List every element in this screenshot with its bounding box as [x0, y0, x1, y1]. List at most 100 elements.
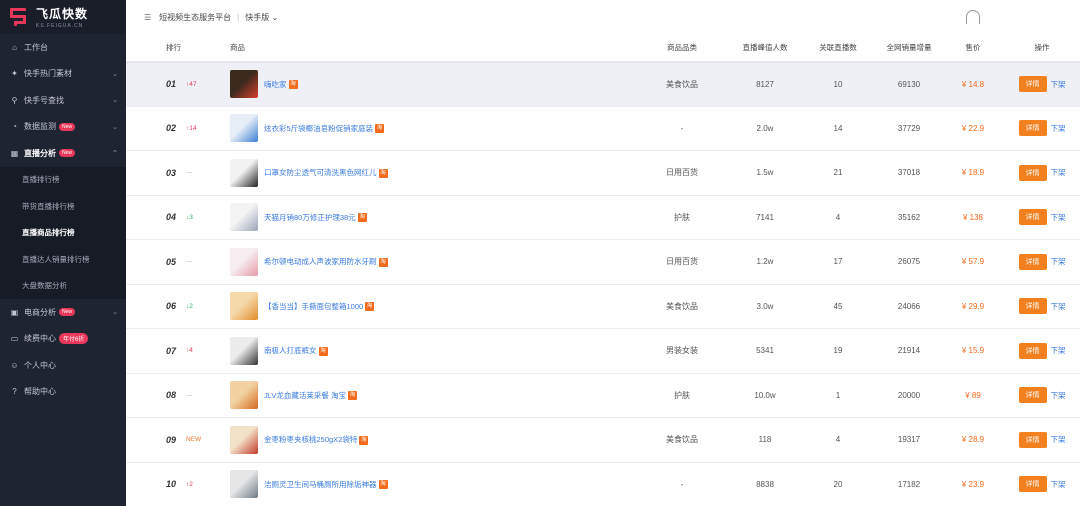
sidebar-subitem[interactable]: 直播排行榜: [0, 166, 126, 193]
product-name: 希尔顿电动成人声波家用防水牙刷: [264, 257, 377, 267]
product-name-link[interactable]: 天猫月销80万修正护理38元: [264, 212, 367, 223]
table-header: 排行 商品 商品品类 直播峰值人数 关联直播数 全网销量增量 售价 操作: [126, 34, 1080, 62]
delist-link[interactable]: 下架: [1051, 301, 1066, 312]
product-thumbnail[interactable]: [230, 203, 258, 232]
product-thumbnail[interactable]: [230, 470, 258, 499]
sidebar-item[interactable]: ▣ 电商分析 New ⌄: [0, 299, 126, 326]
fire-icon: ✦: [11, 69, 18, 79]
sidebar-item-label: 数据监测: [24, 122, 56, 132]
peak-viewers-cell: 5341: [756, 346, 774, 356]
product-thumbnail[interactable]: [230, 158, 258, 187]
category-cell: -: [680, 123, 684, 133]
sidebar-item[interactable]: ▦ 直播分析 New ⌃: [0, 140, 126, 167]
detail-button[interactable]: 详情: [1018, 298, 1047, 315]
sidebar-item[interactable]: ? 帮助中心: [0, 379, 126, 406]
top-bar: ☰ 短视频生态服务平台 | 快手版 ⌄: [126, 0, 1080, 34]
customer-service-icon[interactable]: [966, 10, 980, 24]
feigua-logo-icon: [8, 6, 30, 28]
price-cell: ¥ 15.9: [961, 346, 985, 356]
sidebar-subitem[interactable]: 大盘数据分析: [0, 272, 126, 299]
sidebar-item[interactable]: ☺ 个人中心: [0, 352, 126, 379]
rank-number: 10: [166, 479, 177, 490]
sidebar-item-label: 个人中心: [24, 360, 56, 370]
peak-viewers-cell: 8838: [756, 479, 774, 489]
sales-increment-cell: 20000: [897, 390, 921, 400]
goods-cell: 炫衣彩5斤袋椰油皂粉促销家庭装: [224, 114, 634, 143]
sales-increment-cell: 24066: [897, 301, 921, 311]
product-thumbnail[interactable]: [230, 336, 258, 365]
delist-link[interactable]: 下架: [1051, 123, 1066, 134]
operation-cell: 详情 下架: [1004, 120, 1080, 137]
related-lives-cell: 17: [833, 257, 843, 267]
product-name-link[interactable]: JLV龙血藏活莱采餐 淘宝: [264, 390, 357, 401]
product-name-link[interactable]: 【香当当】手撕面包整箱1000: [264, 301, 375, 312]
product-thumbnail[interactable]: [230, 70, 258, 99]
monitor-icon: ◔: [12, 122, 17, 132]
delist-link[interactable]: 下架: [1051, 212, 1066, 223]
product-name-link[interactable]: 口罩女防尘透气可清洗黑色网红儿: [264, 167, 388, 178]
sales-increment-cell: 26075: [897, 257, 921, 267]
sidebar-item[interactable]: ✦ 快手热门素材 ⌄: [0, 61, 126, 88]
sidebar-item[interactable]: ▭ 续费中心 年付6折: [0, 326, 126, 353]
separator: |: [237, 12, 240, 22]
detail-button[interactable]: 详情: [1018, 120, 1047, 137]
brand-logo[interactable]: 飞瓜快数 KS.FEIGUA.CN: [0, 0, 126, 34]
sidebar-subitem[interactable]: 直播达人销量排行榜: [0, 246, 126, 273]
detail-button[interactable]: 详情: [1018, 76, 1047, 93]
sales-increment-cell: 37729: [897, 123, 921, 133]
product-name-link[interactable]: 洁厕灵卫生间马桶厕所用除垢神器: [264, 479, 388, 490]
delist-link[interactable]: 下架: [1051, 256, 1066, 267]
taobao-icon: [357, 213, 367, 223]
taobao-icon: [288, 80, 298, 90]
delist-link[interactable]: 下架: [1051, 345, 1066, 356]
product-thumbnail[interactable]: [230, 292, 258, 321]
sidebar-subitem[interactable]: 直播商品排行榜: [0, 219, 126, 246]
header-goods: 商品: [230, 43, 245, 52]
price-cell: ¥ 138: [962, 212, 984, 222]
sidebar-item[interactable]: ⚲ 快手号查找 ⌄: [0, 87, 126, 114]
header-sales: 全网销量增量: [886, 43, 932, 52]
product-name: 洁厕灵卫生间马桶厕所用除垢神器: [264, 479, 377, 489]
product-thumbnail[interactable]: [230, 114, 258, 143]
product-thumbnail[interactable]: [230, 381, 258, 410]
detail-button[interactable]: 详情: [1018, 253, 1047, 270]
rank-cell: 03 —: [126, 168, 224, 178]
rank-number: 09: [166, 434, 177, 445]
delist-link[interactable]: 下架: [1051, 79, 1066, 90]
peak-viewers-cell: 118: [758, 435, 772, 445]
header-rank: 排行: [166, 43, 181, 52]
product-name-link[interactable]: 希尔顿电动成人声波家用防水牙刷: [264, 256, 388, 267]
sidebar-subitem[interactable]: 带货直播排行榜: [0, 193, 126, 220]
product-thumbnail[interactable]: [230, 425, 258, 454]
sidebar-item[interactable]: ⌂ 工作台: [0, 34, 126, 61]
operation-cell: 详情 下架: [1004, 431, 1080, 448]
operation-cell: 详情 下架: [1004, 76, 1080, 93]
table-body: 01↑47嗨吃家美食饮品81271069130¥ 14.8详情下架02↑14炫衣…: [126, 62, 1080, 506]
detail-button[interactable]: 详情: [1018, 164, 1047, 181]
sidebar-item-label: 续费中心: [24, 334, 56, 344]
rank-cell: 10 ↑2: [126, 479, 224, 489]
table-row: 07 ↑4 南极人打底裤女 男装女装 5341 19 21914 ¥ 15.9 详情下架: [126, 329, 1080, 374]
delist-link[interactable]: 下架: [1051, 390, 1066, 401]
product-name-link[interactable]: 金枣粉枣夹核桃250gX2袋特: [264, 434, 369, 445]
price-cell: ¥ 29.9: [961, 301, 985, 311]
product-name-link[interactable]: 南极人打底裤女: [264, 345, 328, 356]
sidebar-item[interactable]: ◔ 数据监测 New ⌄: [0, 114, 126, 141]
menu-icon[interactable]: ☰: [144, 13, 151, 22]
rank-trend: —: [186, 169, 193, 177]
detail-button[interactable]: 详情: [1018, 431, 1047, 448]
version-selector[interactable]: 快手版 ⌄: [245, 12, 278, 23]
product-thumbnail[interactable]: [230, 247, 258, 276]
detail-button[interactable]: 详情: [1018, 387, 1047, 404]
detail-button[interactable]: 详情: [1018, 342, 1047, 359]
delist-link[interactable]: 下架: [1051, 167, 1066, 178]
product-name-link[interactable]: 炫衣彩5斤袋椰油皂粉促销家庭装: [264, 123, 385, 134]
operation-cell: 详情 下架: [1004, 387, 1080, 404]
delist-link[interactable]: 下架: [1051, 434, 1066, 445]
product-name-link[interactable]: 嗨吃家: [264, 79, 298, 90]
detail-button[interactable]: 详情: [1018, 476, 1047, 493]
header-price: 售价: [965, 43, 981, 52]
chevron-down-icon: ⌄: [271, 12, 279, 22]
detail-button[interactable]: 详情: [1018, 209, 1047, 226]
delist-link[interactable]: 下架: [1051, 479, 1066, 490]
